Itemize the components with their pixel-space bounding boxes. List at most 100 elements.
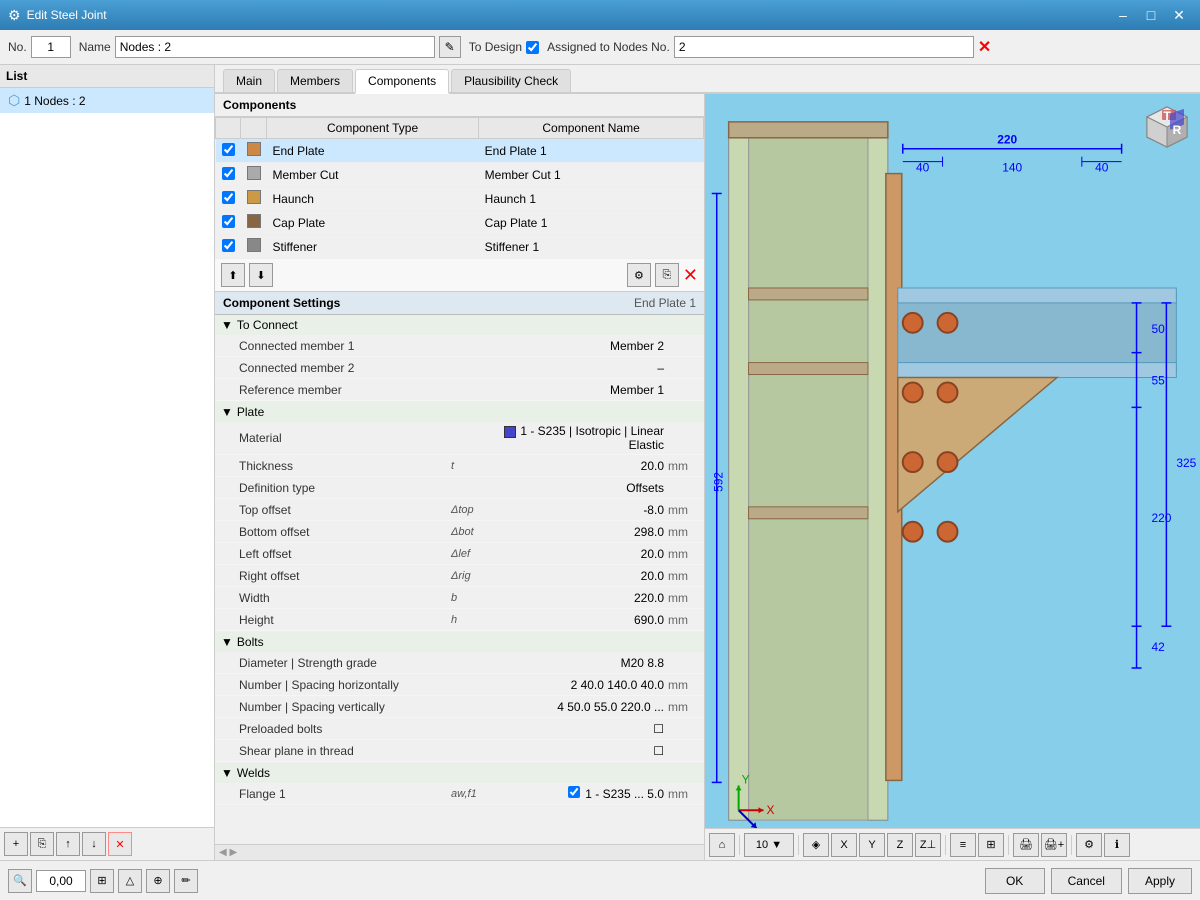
list-item[interactable]: ⬡ 1 Nodes : 2 bbox=[0, 88, 214, 113]
comp-checkbox[interactable] bbox=[222, 215, 235, 228]
component-row[interactable]: Member Cut Member Cut 1 bbox=[216, 163, 704, 187]
name-label: Name bbox=[79, 40, 111, 54]
component-row[interactable]: Cap Plate Cap Plate 1 bbox=[216, 211, 704, 235]
prop-unit: mm bbox=[668, 547, 698, 561]
view-home[interactable]: ⌂ bbox=[709, 833, 735, 857]
prop-value: 20.0 bbox=[491, 459, 668, 473]
view-y-axis[interactable]: Y bbox=[859, 833, 885, 857]
minimize-button[interactable]: – bbox=[1110, 5, 1136, 25]
main-container: No. Name ✎ To Design Assigned to Nodes N… bbox=[0, 30, 1200, 900]
view-z-axis-2[interactable]: Z⊥ bbox=[915, 833, 941, 857]
prop-row: Thickness t 20.0 mm bbox=[215, 455, 704, 477]
prop-value: ☐ bbox=[491, 722, 668, 736]
magnet-button[interactable]: ⊕ bbox=[146, 869, 170, 893]
view-render[interactable]: ◈ bbox=[803, 833, 829, 857]
col-color bbox=[241, 118, 267, 139]
view-panel: 220 40 140 40 bbox=[705, 94, 1200, 860]
comp-copy[interactable]: ⎘ bbox=[655, 263, 679, 287]
svg-text:140: 140 bbox=[1002, 161, 1022, 175]
bottom-right-buttons: OK Cancel Apply bbox=[985, 868, 1192, 894]
view-print-2[interactable]: 🖨+ bbox=[1041, 833, 1067, 857]
svg-text:42: 42 bbox=[1151, 640, 1165, 654]
comp-move-up[interactable]: ⬆ bbox=[221, 263, 245, 287]
prop-row: Top offset Δtop -8.0 mm bbox=[215, 499, 704, 521]
comp-checkbox[interactable] bbox=[222, 239, 235, 252]
prop-name: Number | Spacing horizontally bbox=[231, 678, 451, 692]
comp-type: Member Cut bbox=[267, 163, 479, 187]
comp-settings[interactable]: ⚙ bbox=[627, 263, 651, 287]
view-layers-2[interactable]: ⊞ bbox=[978, 833, 1004, 857]
weld-checkbox[interactable] bbox=[568, 786, 580, 798]
cancel-button[interactable]: Cancel bbox=[1051, 868, 1122, 894]
add-button[interactable]: + bbox=[4, 832, 28, 856]
left-panel: List ⬡ 1 Nodes : 2 + ⎘ ↑ ↓ ✕ bbox=[0, 65, 215, 860]
sep1 bbox=[739, 835, 740, 855]
move-down-button[interactable]: ↓ bbox=[82, 832, 106, 856]
prop-group-header[interactable]: ▼Welds bbox=[215, 763, 704, 783]
move-up-button[interactable]: ↑ bbox=[56, 832, 80, 856]
component-row[interactable]: End Plate End Plate 1 bbox=[216, 139, 704, 163]
sep4 bbox=[1008, 835, 1009, 855]
two-pane: Components Component Type Component Name bbox=[215, 94, 1200, 860]
prop-value: 690.0 bbox=[491, 613, 668, 627]
view-z-axis[interactable]: Z bbox=[887, 833, 913, 857]
component-row[interactable]: Stiffener Stiffener 1 bbox=[216, 235, 704, 259]
to-design-checkbox[interactable] bbox=[526, 41, 539, 54]
assigned-input[interactable] bbox=[674, 36, 974, 58]
prop-value: Member 1 bbox=[491, 383, 668, 397]
comp-checkbox[interactable] bbox=[222, 143, 235, 156]
prop-symbol: aw,f1 bbox=[451, 788, 491, 800]
prop-row: Preloaded bolts ☐ bbox=[215, 718, 704, 740]
view-print[interactable]: 🖨 bbox=[1013, 833, 1039, 857]
comp-checkbox[interactable] bbox=[222, 167, 235, 180]
sep2 bbox=[798, 835, 799, 855]
copy-button[interactable]: ⎘ bbox=[30, 832, 54, 856]
prop-name: Material bbox=[231, 431, 451, 445]
ok-button[interactable]: OK bbox=[985, 868, 1045, 894]
comp-delete[interactable]: ✕ bbox=[683, 265, 698, 286]
search-button[interactable]: 🔍 bbox=[8, 869, 32, 893]
name-edit-button[interactable]: ✎ bbox=[439, 36, 461, 58]
view-info[interactable]: ℹ bbox=[1104, 833, 1130, 857]
list-header: List bbox=[0, 65, 214, 88]
comp-name: Stiffener 1 bbox=[479, 235, 704, 259]
close-button[interactable]: ✕ bbox=[1166, 5, 1192, 25]
collapse-icon: ▼ bbox=[221, 635, 233, 649]
no-input[interactable] bbox=[31, 36, 71, 58]
prop-group: ▼To Connect Connected member 1 Member 2 … bbox=[215, 315, 704, 402]
prop-symbol: Δbot bbox=[451, 526, 491, 538]
name-input[interactable] bbox=[115, 36, 435, 58]
delete-button[interactable]: ✕ bbox=[108, 832, 132, 856]
prop-group-header[interactable]: ▼Plate bbox=[215, 402, 704, 422]
coord-input[interactable] bbox=[36, 870, 86, 892]
component-row[interactable]: Haunch Haunch 1 bbox=[216, 187, 704, 211]
prop-value: 20.0 bbox=[491, 569, 668, 583]
view-settings[interactable]: ⚙ bbox=[1076, 833, 1102, 857]
comp-move-down[interactable]: ⬇ bbox=[249, 263, 273, 287]
assigned-delete-icon[interactable]: ✕ bbox=[978, 37, 991, 57]
view-x-axis[interactable]: X bbox=[831, 833, 857, 857]
title-bar: ⚙ Edit Steel Joint – □ ✕ bbox=[0, 0, 1200, 30]
tab-members[interactable]: Members bbox=[277, 69, 353, 92]
comp-type: End Plate bbox=[267, 139, 479, 163]
snap-button[interactable]: △ bbox=[118, 869, 142, 893]
prop-unit: mm bbox=[668, 591, 698, 605]
pencil-button[interactable]: ✏ bbox=[174, 869, 198, 893]
comp-checkbox[interactable] bbox=[222, 191, 235, 204]
view-layers[interactable]: ≡ bbox=[950, 833, 976, 857]
tab-main[interactable]: Main bbox=[223, 69, 275, 92]
view-scale[interactable]: 10 ▼ bbox=[744, 833, 794, 857]
maximize-button[interactable]: □ bbox=[1138, 5, 1164, 25]
horizontal-scrollbar[interactable]: ◀ ▶ bbox=[215, 844, 704, 860]
prop-group-header[interactable]: ▼ Bolts bbox=[215, 632, 704, 652]
tab-plausibility[interactable]: Plausibility Check bbox=[451, 69, 571, 92]
grid-button[interactable]: ⊞ bbox=[90, 869, 114, 893]
content-area: List ⬡ 1 Nodes : 2 + ⎘ ↑ ↓ ✕ Main Member… bbox=[0, 65, 1200, 860]
prop-group-header[interactable]: ▼To Connect bbox=[215, 315, 704, 335]
tab-components[interactable]: Components bbox=[355, 69, 449, 94]
group-label: Bolts bbox=[237, 635, 264, 649]
group-label: Welds bbox=[237, 766, 270, 780]
prop-name: Thickness bbox=[231, 459, 451, 473]
3d-cube-icon[interactable]: T R bbox=[1142, 102, 1192, 152]
apply-button[interactable]: Apply bbox=[1128, 868, 1192, 894]
